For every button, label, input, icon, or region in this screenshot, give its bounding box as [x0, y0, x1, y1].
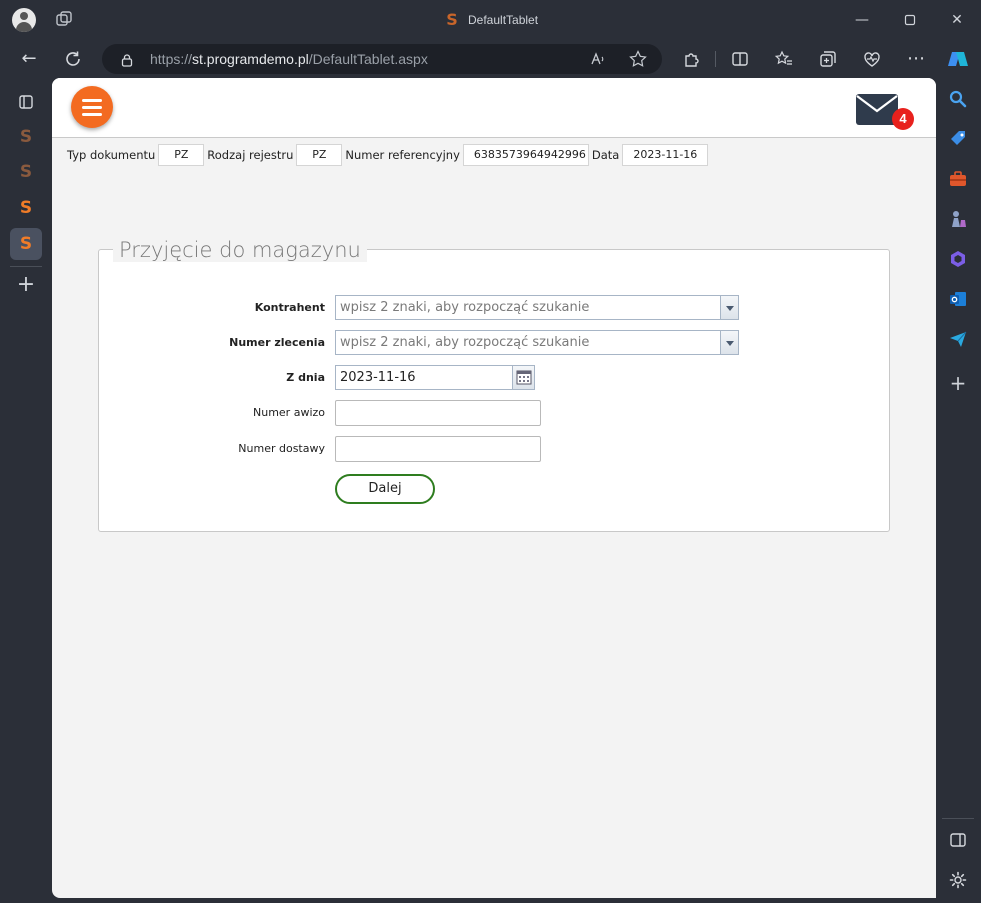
contractor-combobox[interactable]: wpisz 2 znaki, aby rozpocząć szukanie	[335, 295, 739, 320]
tab-site-1[interactable]: S	[10, 121, 42, 153]
site-logo-icon: S	[19, 234, 33, 254]
edge-sidebar: +	[936, 78, 981, 903]
contractor-placeholder: wpisz 2 znaki, aby rozpocząć szukanie	[340, 300, 590, 315]
sidebar-divider	[942, 818, 974, 819]
order-number-label: Numer zlecenia	[229, 336, 325, 349]
read-aloud-icon[interactable]	[588, 49, 608, 69]
site-logo-icon: S	[19, 162, 33, 182]
tools-briefcase-icon[interactable]	[948, 169, 968, 189]
from-date-value: 2023-11-16	[340, 370, 416, 385]
order-number-placeholder: wpisz 2 znaki, aby rozpocząć szukanie	[340, 335, 590, 350]
menu-line	[82, 99, 102, 102]
maximize-icon[interactable]	[900, 10, 920, 30]
navigation-bar: ← https://st.programdemo.pl/DefaultTable…	[0, 40, 981, 78]
advice-number-label: Numer awizo	[253, 406, 325, 419]
vertical-tabs: S S S S +	[0, 78, 52, 903]
tab-actions-icon[interactable]	[10, 86, 42, 118]
menu-line	[82, 106, 102, 109]
microsoft-365-icon[interactable]	[948, 249, 968, 269]
from-date-picker[interactable]: 2023-11-16	[335, 365, 535, 390]
tabs-divider	[10, 266, 42, 267]
tab-site-3[interactable]: S	[10, 192, 42, 224]
ref-number-value: 6383573964942996	[462, 144, 589, 166]
outlook-icon[interactable]	[948, 289, 968, 309]
minimize-icon[interactable]: —	[852, 10, 872, 30]
url-text[interactable]: https://st.programdemo.pl/DefaultTablet.…	[150, 51, 428, 67]
address-bar[interactable]: https://st.programdemo.pl/DefaultTablet.…	[102, 44, 662, 74]
page-viewport: 4 Typ dokumentu PZ Rodzaj rejestru PZ Nu…	[52, 78, 936, 898]
site-logo-icon: S	[446, 10, 458, 29]
document-info-bar: Typ dokumentu PZ Rodzaj rejestru PZ Nume…	[67, 144, 709, 166]
contractor-label: Kontrahent	[254, 301, 325, 314]
register-type-label: Rodzaj rejestru	[207, 148, 294, 162]
chevron-down-icon[interactable]	[720, 331, 738, 354]
workspaces-icon[interactable]	[54, 10, 74, 30]
app-header: 4	[52, 78, 936, 138]
favorites-icon[interactable]	[773, 48, 795, 70]
back-icon[interactable]: ←	[18, 48, 40, 70]
split-screen-icon[interactable]	[729, 48, 751, 70]
copilot-icon[interactable]	[946, 48, 968, 70]
delivery-number-input[interactable]	[335, 436, 541, 462]
tab-site-2[interactable]: S	[10, 156, 42, 188]
plus-icon: +	[16, 272, 36, 297]
hamburger-menu-button[interactable]	[71, 86, 113, 128]
settings-gear-icon[interactable]	[948, 870, 968, 890]
profile-avatar[interactable]	[12, 8, 36, 32]
delivery-number-label: Numer dostawy	[238, 442, 325, 455]
date-label: Data	[591, 148, 620, 162]
site-logo-icon: S	[19, 198, 33, 218]
advice-number-input[interactable]	[335, 400, 541, 426]
form-labels: Kontrahent Numer zlecenia Z dnia Numer a…	[99, 250, 325, 531]
register-type-value: PZ	[296, 144, 343, 166]
mail-count-badge: 4	[892, 108, 914, 130]
new-tab-button[interactable]: +	[10, 269, 42, 301]
calendar-icon[interactable]	[512, 366, 534, 389]
more-options-icon[interactable]: ⋯	[905, 48, 927, 70]
window-title-text: DefaultTablet	[468, 13, 539, 27]
site-logo-icon: S	[19, 127, 33, 147]
menu-line	[82, 113, 102, 116]
search-icon[interactable]	[948, 89, 968, 109]
date-value: 2023-11-16	[622, 144, 709, 166]
goods-receipt-form: Przyjęcie do magazynu Kontrahent Numer z…	[98, 238, 890, 532]
lock-icon[interactable]	[120, 52, 134, 67]
window-title: S DefaultTablet	[444, 11, 538, 29]
ref-number-label: Numer referencyjny	[345, 148, 460, 162]
browser-essentials-icon[interactable]	[861, 48, 883, 70]
hide-sidebar-icon[interactable]	[948, 830, 968, 850]
order-number-combobox[interactable]: wpisz 2 znaki, aby rozpocząć szukanie	[335, 330, 739, 355]
games-chess-icon[interactable]	[948, 209, 968, 229]
close-icon[interactable]: ✕	[947, 10, 967, 30]
collections-icon[interactable]	[817, 48, 839, 70]
extensions-icon[interactable]	[680, 48, 702, 70]
toolbar-divider	[715, 51, 716, 67]
chevron-down-icon[interactable]	[720, 296, 738, 319]
from-date-label: Z dnia	[286, 371, 325, 384]
drop-send-icon[interactable]	[948, 329, 968, 349]
shopping-tag-icon[interactable]	[948, 129, 968, 149]
next-button[interactable]: Dalej	[335, 474, 435, 504]
favorite-star-icon[interactable]	[628, 49, 648, 69]
title-bar: S DefaultTablet — ✕	[0, 0, 981, 40]
doc-type-label: Typ dokumentu	[67, 148, 156, 162]
tab-site-active[interactable]: S	[10, 228, 42, 260]
doc-type-value: PZ	[158, 144, 205, 166]
refresh-icon[interactable]	[62, 48, 84, 70]
add-sidebar-app-icon[interactable]: +	[948, 373, 968, 393]
